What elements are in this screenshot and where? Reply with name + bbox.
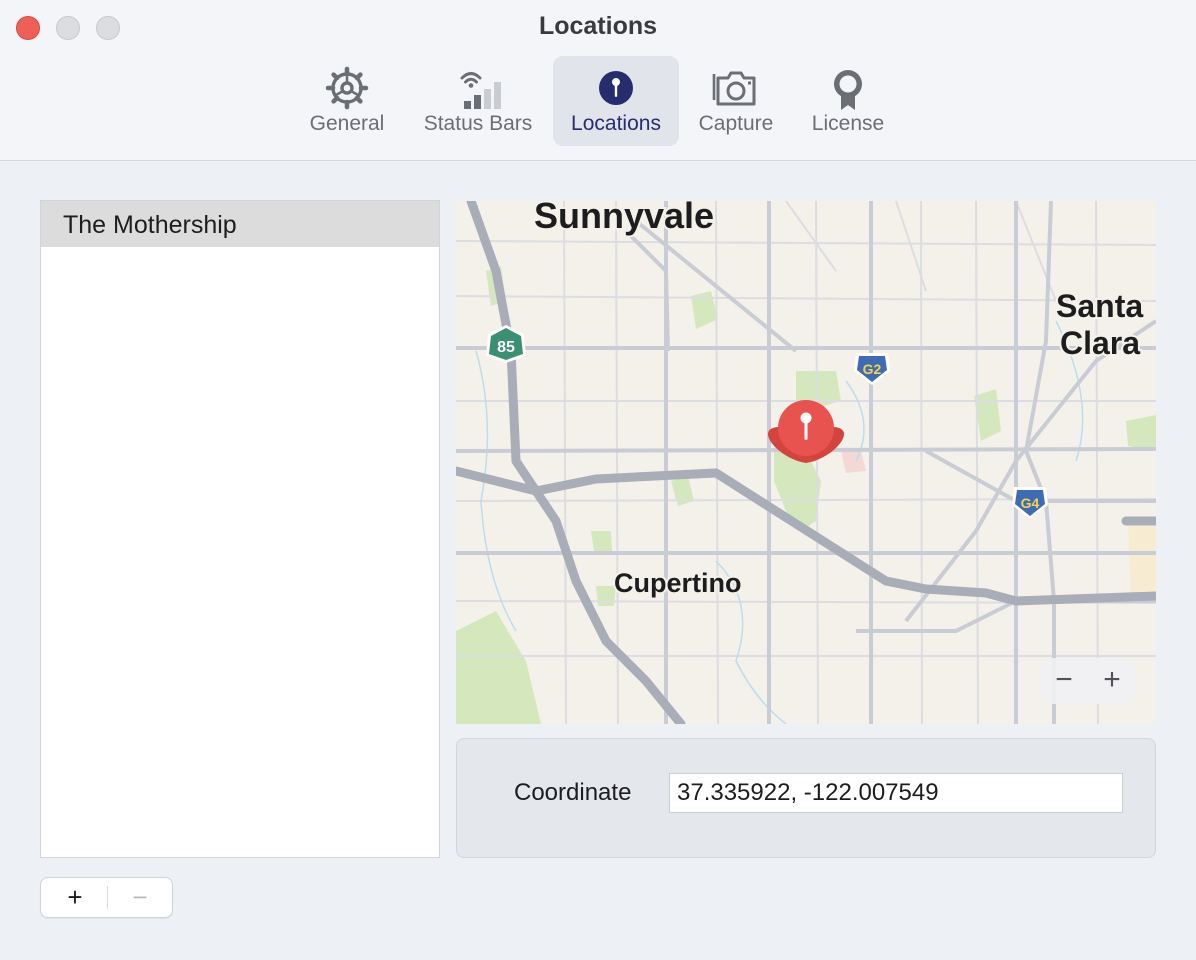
- gear-icon: [325, 66, 369, 110]
- tab-capture-label: Capture: [698, 112, 774, 135]
- shield-85-label: 85: [497, 339, 515, 356]
- zoom-in-button[interactable]: +: [1088, 658, 1136, 704]
- list-item[interactable]: The Mothership: [41, 201, 439, 247]
- signal-bars-icon: [460, 72, 501, 109]
- toolbar-tabs: General Status Bars Locations Capture Li…: [0, 56, 1196, 146]
- coordinate-panel: Coordinate: [456, 738, 1156, 858]
- map-view[interactable]: 85 G2 G4 Sunnyvale Santa Clara Cupertino…: [456, 201, 1156, 724]
- shield-g2-label: G2: [863, 361, 882, 377]
- tab-locations[interactable]: Locations: [553, 56, 679, 146]
- tab-status-bars-label: Status Bars: [423, 112, 533, 135]
- map-label-cupertino: Cupertino: [614, 568, 742, 598]
- commercial-area: [1128, 526, 1156, 596]
- map-zoom-control: − +: [1040, 658, 1136, 704]
- coordinate-label: Coordinate: [514, 779, 632, 806]
- add-location-button[interactable]: +: [43, 878, 107, 917]
- tab-status-bars[interactable]: Status Bars: [410, 56, 546, 146]
- ribbon-badge-icon: [834, 70, 862, 110]
- preferences-window: Locations General Status Bars Locations …: [0, 0, 1196, 960]
- add-remove-control: + −: [40, 877, 173, 918]
- tab-general-label: General: [309, 112, 385, 135]
- tab-license-label: License: [811, 112, 885, 135]
- coordinate-field[interactable]: [669, 773, 1123, 813]
- zoom-out-button[interactable]: −: [1040, 658, 1088, 704]
- shield-g4-label: G4: [1021, 495, 1040, 511]
- map-label-clara: Clara: [1060, 325, 1140, 361]
- window-title: Locations: [538, 12, 658, 40]
- location-name: The Mothership: [63, 211, 237, 239]
- locations-list[interactable]: The Mothership: [40, 200, 440, 858]
- titlebar: Locations General Status Bars Locations …: [0, 0, 1196, 161]
- map-label-sunnyvale: Sunnyvale: [534, 201, 714, 236]
- tab-general[interactable]: General: [292, 56, 402, 146]
- tab-capture[interactable]: Capture: [686, 56, 786, 146]
- tab-license[interactable]: License: [797, 56, 899, 146]
- creeks: [475, 320, 1084, 724]
- map-label-santa: Santa: [1056, 288, 1143, 324]
- map-canvas: 85 G2 G4 Sunnyvale Santa Clara Cupertino: [456, 201, 1156, 724]
- remove-location-button[interactable]: −: [108, 878, 172, 917]
- tab-locations-label: Locations: [571, 112, 661, 135]
- location-pin-icon: [599, 71, 633, 105]
- camera-icon: [712, 71, 756, 106]
